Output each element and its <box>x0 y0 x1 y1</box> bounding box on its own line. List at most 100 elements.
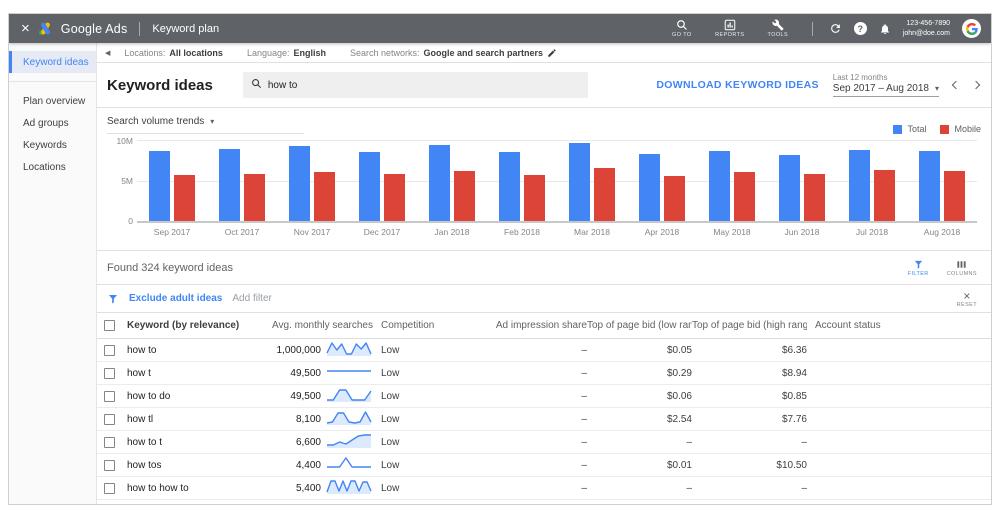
goto-button[interactable]: GO TO <box>664 19 700 38</box>
mobile-bar <box>734 172 755 221</box>
help-icon[interactable]: ? <box>853 22 867 35</box>
close-icon: × <box>963 288 971 303</box>
low-bid-cell: $0.01 <box>666 459 692 471</box>
legend-item-mobile[interactable]: Mobile <box>940 124 981 134</box>
sidebar-item-plan-overview[interactable]: Plan overview <box>9 90 96 112</box>
row-checkbox[interactable] <box>104 390 115 402</box>
locations-setting[interactable]: Locations: All locations <box>124 48 223 58</box>
topbar-divider <box>139 21 141 36</box>
legend-label: Total <box>907 124 927 134</box>
col-keyword[interactable]: Keyword (by relevance) <box>119 320 264 331</box>
google-avatar[interactable] <box>962 19 981 38</box>
sidebar-item-keywords[interactable]: Keywords <box>9 134 96 156</box>
total-bar <box>359 152 380 221</box>
row-checkbox[interactable] <box>104 344 115 356</box>
trend-sparkline-cell <box>321 386 373 406</box>
mobile-bar <box>594 167 615 221</box>
row-checkbox[interactable] <box>104 459 115 471</box>
keyword-search-box[interactable] <box>242 72 588 98</box>
avg-searches-cell: 1,000,000 <box>276 344 322 356</box>
competition-cell: Low <box>381 436 400 448</box>
next-period-button[interactable] <box>971 80 981 90</box>
x-axis-label: Jun 2018 <box>784 227 820 237</box>
edit-pencil-icon[interactable] <box>547 48 557 58</box>
bar-group-mar-2018: Mar 2018 <box>557 140 627 237</box>
select-all-checkbox[interactable] <box>104 320 115 331</box>
row-checkbox-cell <box>97 344 119 356</box>
keyword-ideas-table: Keyword (by relevance) Avg. monthly sear… <box>97 312 991 504</box>
col-avg-searches[interactable]: Avg. monthly searches <box>264 320 373 331</box>
y-axis-tick: 10M <box>116 136 133 146</box>
row-checkbox-cell <box>97 436 119 448</box>
impression-share-cell: – <box>581 413 587 425</box>
row-checkbox[interactable] <box>104 367 115 379</box>
high-bid-cell: $10.50 <box>776 459 807 471</box>
avg-searches-cell: 5,400 <box>295 482 321 494</box>
notifications-bell-icon[interactable] <box>879 23 891 35</box>
previous-period-button[interactable] <box>951 80 961 90</box>
competition-cell: Low <box>381 482 400 494</box>
total-bar <box>149 151 170 221</box>
filter-button[interactable]: FILTER <box>908 259 929 277</box>
row-checkbox-cell <box>97 482 119 494</box>
collapse-panel-icon[interactable]: ◀ <box>105 49 110 57</box>
row-checkbox[interactable] <box>104 482 115 494</box>
account-info: 123-456-7890 john@doe.com <box>903 19 950 38</box>
legend-item-total[interactable]: Total <box>893 124 926 134</box>
bar-group-nov-2017: Nov 2017 <box>277 140 347 237</box>
exclude-adult-ideas-chip[interactable]: Exclude adult ideas <box>129 293 222 304</box>
date-range-picker[interactable]: Last 12 months Sep 2017 – Aug 2018 ▾ <box>832 73 939 97</box>
row-checkbox[interactable] <box>104 436 115 448</box>
keyword-cell: how t <box>127 367 151 379</box>
mobile-bar <box>384 174 405 221</box>
row-checkbox-cell <box>97 413 119 425</box>
download-keyword-ideas-link[interactable]: DOWNLOAD KEYWORD IDEAS <box>656 79 818 91</box>
x-axis-label: Mar 2018 <box>574 227 610 237</box>
tools-button[interactable]: TOOLS <box>760 19 796 38</box>
bar-group-feb-2018: Feb 2018 <box>487 140 557 237</box>
col-low-bid[interactable]: Top of page bid (low range) <box>587 320 692 331</box>
filter-bar: Exclude adult ideas Add filter × RESET <box>97 284 991 312</box>
x-axis-label: Dec 2017 <box>363 227 401 237</box>
sidebar-item-locations[interactable]: Locations <box>9 156 96 178</box>
search-input[interactable] <box>267 79 580 91</box>
low-bid-cell: – <box>686 436 692 448</box>
row-checkbox[interactable] <box>104 413 115 425</box>
col-impression-share[interactable]: Ad impression share <box>492 320 587 331</box>
table-body: how to 1,000,000 Low – $0.05 $6.36 how t 49,500… <box>97 339 991 500</box>
networks-setting[interactable]: Search networks: Google and search partn… <box>350 48 557 58</box>
columns-button[interactable]: COLUMNS <box>947 259 977 277</box>
refresh-icon[interactable] <box>829 23 842 35</box>
col-competition[interactable]: Competition <box>373 320 492 331</box>
filter-label: FILTER <box>907 270 929 277</box>
mobile-bar <box>244 174 265 221</box>
sidebar-item-ad-groups[interactable]: Ad groups <box>9 112 96 134</box>
trend-sparkline-cell <box>321 340 373 360</box>
competition-cell: Low <box>381 413 400 425</box>
reset-button[interactable]: × RESET <box>957 290 977 308</box>
high-bid-cell: $7.76 <box>781 413 807 425</box>
sparkline-icon <box>327 457 371 468</box>
mobile-bar <box>804 174 825 221</box>
topbar: × Google Ads Keyword plan GO TO REPORTS … <box>9 14 991 43</box>
total-bar <box>429 144 450 221</box>
col-account-status[interactable]: Account status <box>807 320 991 331</box>
x-axis-label: Jul 2018 <box>855 227 889 237</box>
col-high-bid[interactable]: Top of page bid (high range) <box>692 320 807 331</box>
bar-group-aug-2018: Aug 2018 <box>907 140 977 237</box>
sidebar-item-keyword-ideas[interactable]: Keyword ideas <box>9 51 96 73</box>
keyword-cell: how tos <box>127 459 162 471</box>
avg-searches-cell: 6,600 <box>295 436 321 448</box>
bar-group-jun-2018: Jun 2018 <box>767 140 837 237</box>
sparkline-icon <box>327 389 372 402</box>
add-filter-button[interactable]: Add filter <box>232 293 271 304</box>
chart-type-dropdown[interactable]: Search volume trends ▾ <box>107 116 305 134</box>
chart-legend: Total Mobile <box>893 116 981 134</box>
table-row: how t 49,500 Low – $0.29 $8.94 <box>97 362 991 385</box>
language-setting[interactable]: Language: English <box>247 48 326 58</box>
reports-button[interactable]: REPORTS <box>712 19 748 38</box>
close-icon[interactable]: × <box>21 21 30 36</box>
context-bar: ◀ Locations: All locations Language: Eng… <box>97 43 991 63</box>
chevron-down-icon: ▾ <box>210 117 215 126</box>
bar-group-sep-2017: Sep 2017 <box>137 140 207 237</box>
